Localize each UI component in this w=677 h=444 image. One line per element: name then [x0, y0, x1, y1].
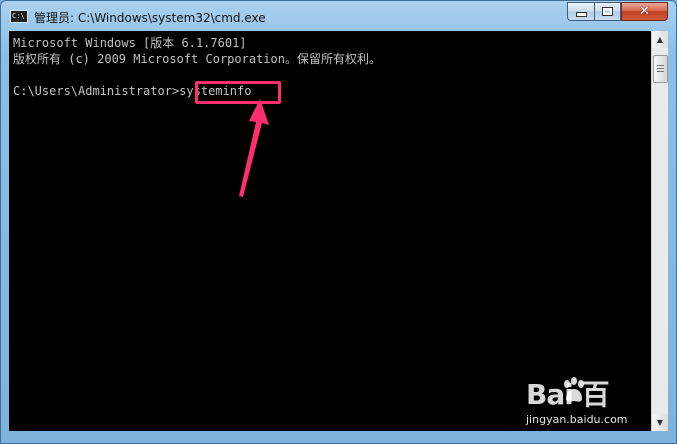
cmd-window: C:\ 管理员: C:\Windows\system32\cmd.exe ✕ M…: [0, 0, 677, 444]
baidu-watermark: Bai 百 jingyan.baidu.com: [526, 373, 646, 427]
baidu-url: jingyan.baidu.com: [526, 413, 628, 426]
console-line-version: Microsoft Windows [版本 6.1.7601]: [13, 36, 247, 50]
vertical-scrollbar[interactable]: ▲ ▼: [651, 31, 668, 431]
cmd-icon[interactable]: C:\: [10, 10, 28, 23]
scroll-down-button[interactable]: ▼: [652, 414, 668, 431]
scroll-thumb[interactable]: [653, 55, 668, 83]
scroll-up-button[interactable]: ▲: [652, 31, 668, 48]
close-button[interactable]: ✕: [621, 2, 668, 21]
thumb-grip-line: [657, 68, 664, 69]
pointer-arrow-icon: [239, 99, 269, 197]
title-bar[interactable]: C:\ 管理员: C:\Windows\system32\cmd.exe ✕: [1, 1, 676, 31]
console-area[interactable]: Microsoft Windows [版本 6.1.7601] 版权所有 (c) …: [9, 31, 651, 431]
thumb-grip-line: [657, 71, 664, 72]
close-icon: ✕: [639, 4, 650, 19]
caption-buttons: ✕: [567, 2, 668, 21]
window-title: 管理员: C:\Windows\system32\cmd.exe: [34, 11, 266, 25]
maximize-icon: [602, 7, 613, 16]
maximize-button[interactable]: [594, 2, 621, 21]
minimize-icon: [575, 12, 587, 17]
minimize-button[interactable]: [567, 2, 594, 21]
console-line-copyright: 版权所有 (c) 2009 Microsoft Corporation。保留所有…: [13, 52, 381, 66]
baidu-paw-icon: [564, 377, 584, 402]
thumb-grip-line: [657, 65, 664, 66]
